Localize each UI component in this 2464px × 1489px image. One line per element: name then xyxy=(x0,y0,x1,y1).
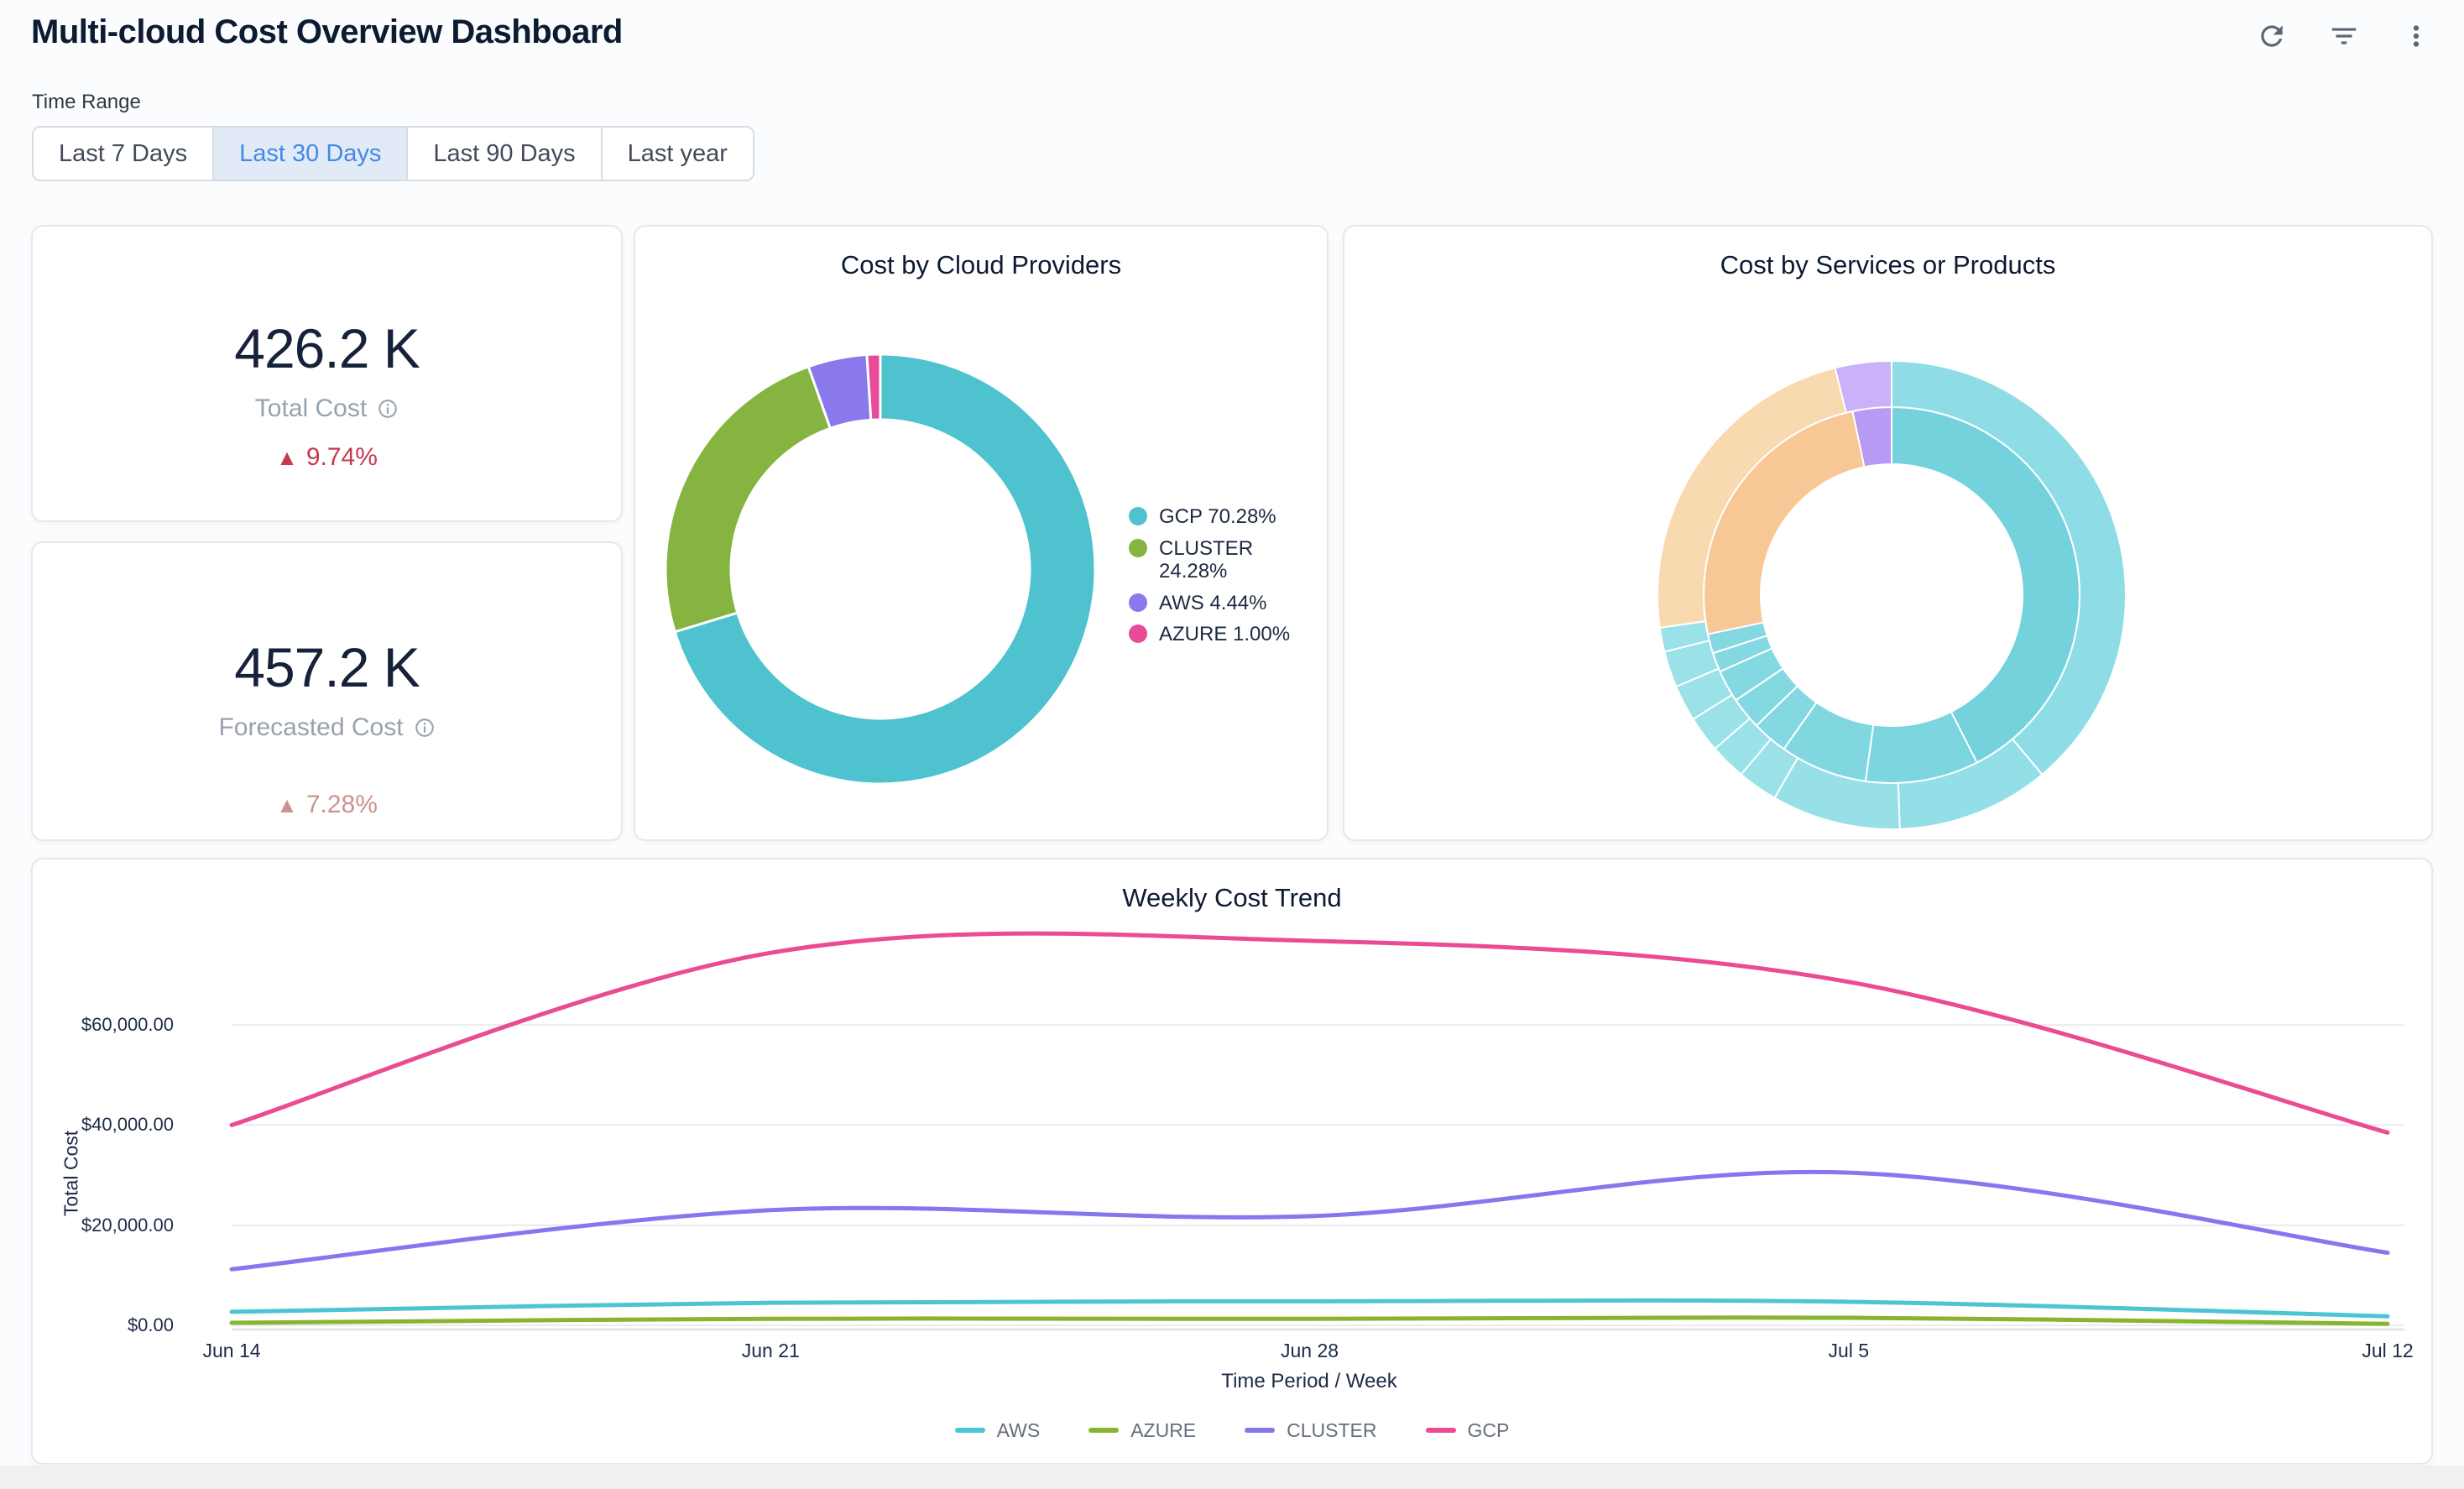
kebab-menu-icon xyxy=(2400,20,2432,52)
cluster-legend-label: CLUSTER 24.28% xyxy=(1159,537,1305,583)
x-tick-label: Jul 5 xyxy=(1790,1340,1908,1362)
providers-donut-chart[interactable] xyxy=(662,351,1099,787)
forecasted-cost-label-text: Forecasted Cost xyxy=(218,713,403,742)
sunburst-outer-ring-segment-10[interactable] xyxy=(1835,361,1892,413)
gcp-legend-label: GCP xyxy=(1468,1419,1510,1441)
gcp-legend-dash xyxy=(1426,1428,1456,1433)
trend-chart-title: Weekly Cost Trend xyxy=(33,883,2431,913)
weekly-cost-trend-card: Weekly Cost Trend Total Cost $0.00$20,00… xyxy=(31,858,2433,1465)
cost-by-services-card: Cost by Services or Products xyxy=(1343,225,2433,841)
time-range-last-30-days[interactable]: Last 30 Days xyxy=(214,128,408,180)
trend-line-gcp[interactable] xyxy=(232,933,2388,1132)
gcp-legend-label: GCP 70.28% xyxy=(1159,505,1276,529)
header-actions xyxy=(2254,18,2434,54)
providers-legend: GCP 70.28% CLUSTER 24.28% AWS 4.44% AZUR… xyxy=(1129,505,1305,646)
time-range-label: Time Range xyxy=(32,91,141,114)
forecasted-cost-delta-value: 7.28% xyxy=(306,791,378,818)
cost-by-cloud-providers-card: Cost by Cloud Providers GCP 70.28% CLUST… xyxy=(634,225,1329,841)
x-tick-label: Jul 12 xyxy=(2329,1340,2446,1362)
total-cost-label: Total Cost xyxy=(255,394,399,423)
forecasted-cost-delta: ▲ 7.28% xyxy=(276,791,378,819)
legend-item-gcp[interactable]: GCP 70.28% xyxy=(1129,505,1305,529)
x-tick-label: Jun 21 xyxy=(712,1340,829,1362)
legend-item-aws[interactable]: AWS xyxy=(955,1419,1041,1441)
page-title: Multi-cloud Cost Overview Dashboard xyxy=(31,13,623,51)
filter-button[interactable] xyxy=(2326,18,2362,54)
x-tick-label: Jun 14 xyxy=(173,1340,290,1362)
aws-legend-label: AWS xyxy=(997,1419,1041,1441)
forecasted-cost-card: 457.2 K Forecasted Cost ▲ 7.28% xyxy=(31,541,623,841)
time-range-button-group: Last 7 Days Last 30 Days Last 90 Days La… xyxy=(32,126,754,181)
legend-item-gcp[interactable]: GCP xyxy=(1426,1419,1510,1441)
cluster-legend-label: CLUSTER xyxy=(1287,1419,1376,1441)
legend-item-azure[interactable]: AZURE 1.00% xyxy=(1129,623,1305,646)
legend-item-cluster[interactable]: CLUSTER xyxy=(1245,1419,1376,1441)
azure-legend-label: AZURE 1.00% xyxy=(1159,623,1290,646)
filter-icon xyxy=(2328,20,2360,52)
forecasted-cost-value: 457.2 K xyxy=(234,640,420,695)
time-range-last-90-days[interactable]: Last 90 Days xyxy=(408,128,602,180)
trend-line-cluster[interactable] xyxy=(232,1172,2388,1269)
legend-item-aws[interactable]: AWS 4.44% xyxy=(1129,592,1305,615)
dashboard-page: Multi-cloud Cost Overview Dashboard Time… xyxy=(0,0,2464,1489)
x-axis-title: Time Period / Week xyxy=(1141,1370,1477,1393)
more-options-button[interactable] xyxy=(2399,18,2434,54)
legend-item-cluster[interactable]: CLUSTER 24.28% xyxy=(1129,537,1305,583)
trend-line-aws[interactable] xyxy=(232,1300,2388,1316)
y-tick-label: $20,000.00 xyxy=(33,1213,174,1238)
up-triangle-icon: ▲ xyxy=(276,445,298,470)
y-tick-label: $60,000.00 xyxy=(33,1012,174,1037)
y-tick-label: $40,000.00 xyxy=(33,1112,174,1137)
azure-legend-dash xyxy=(1088,1428,1119,1433)
services-sunburst-chart[interactable] xyxy=(1648,352,2135,839)
total-cost-delta-value: 9.74% xyxy=(306,443,378,471)
donut-slice-cluster[interactable] xyxy=(666,367,830,632)
trend-legend: AWS AZURE CLUSTER GCP xyxy=(33,1419,2431,1441)
total-cost-value: 426.2 K xyxy=(234,321,420,376)
services-chart-title: Cost by Services or Products xyxy=(1344,250,2431,280)
refresh-icon xyxy=(2256,20,2288,52)
total-cost-delta: ▲ 9.74% xyxy=(276,443,378,472)
total-cost-label-text: Total Cost xyxy=(255,394,367,423)
providers-chart-title: Cost by Cloud Providers xyxy=(635,250,1327,280)
time-range-last-7-days[interactable]: Last 7 Days xyxy=(34,128,214,180)
gcp-legend-bullet xyxy=(1129,507,1147,525)
y-tick-label: $0.00 xyxy=(33,1313,174,1338)
cluster-legend-dash xyxy=(1245,1428,1275,1433)
info-icon[interactable] xyxy=(414,717,436,739)
azure-legend-label: AZURE xyxy=(1130,1419,1196,1441)
x-tick-label: Jun 28 xyxy=(1251,1340,1369,1362)
cluster-legend-bullet xyxy=(1129,539,1147,557)
aws-legend-dash xyxy=(955,1428,985,1433)
forecasted-cost-label: Forecasted Cost xyxy=(218,713,435,742)
aws-legend-bullet xyxy=(1129,593,1147,612)
page-bottom-strip xyxy=(0,1465,2464,1489)
total-cost-card: 426.2 K Total Cost ▲ 9.74% xyxy=(31,225,623,522)
aws-legend-label: AWS 4.44% xyxy=(1159,592,1267,615)
time-range-last-year[interactable]: Last year xyxy=(603,128,753,180)
legend-item-azure[interactable]: AZURE xyxy=(1088,1419,1196,1441)
up-triangle-icon: ▲ xyxy=(276,792,298,818)
azure-legend-bullet xyxy=(1129,624,1147,643)
trend-line-azure[interactable] xyxy=(232,1318,2388,1324)
info-icon[interactable] xyxy=(377,398,399,420)
trend-line-chart[interactable] xyxy=(33,925,2435,1395)
refresh-button[interactable] xyxy=(2254,18,2289,54)
